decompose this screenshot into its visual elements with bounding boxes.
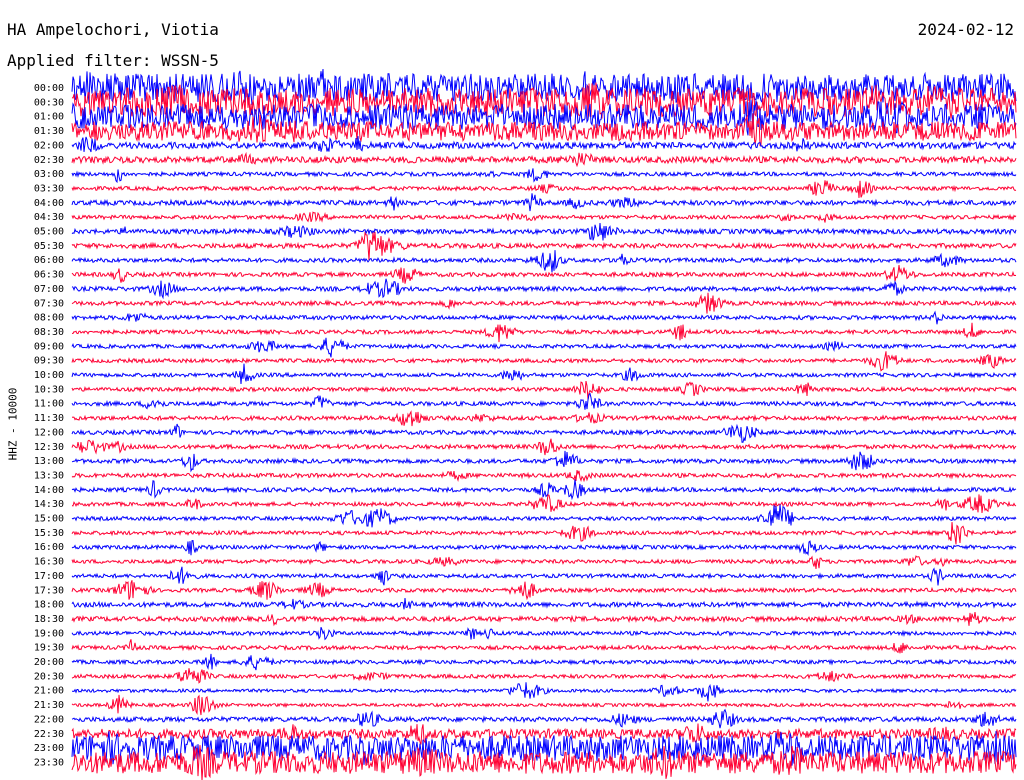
- row-time-label: 00:00: [34, 83, 64, 94]
- seismic-trace: [71, 540, 1017, 557]
- row-time-label: 01:00: [34, 112, 64, 123]
- seismic-trace: [72, 682, 1017, 702]
- row-time-label: 11:30: [34, 413, 64, 424]
- seismic-trace: [71, 694, 1017, 716]
- seismic-trace: [71, 136, 1017, 153]
- row-time-label: 20:00: [34, 657, 64, 668]
- seismic-trace: [71, 423, 1017, 443]
- seismic-trace: [71, 580, 1017, 601]
- row-time-label: 23:00: [34, 743, 64, 754]
- row-time-label: 17:00: [34, 571, 64, 582]
- seismic-trace: [71, 351, 1017, 372]
- seismic-trace: [71, 151, 1017, 168]
- seismic-trace: [71, 668, 1017, 684]
- seismic-trace: [71, 322, 1017, 343]
- row-time-label: 02:00: [34, 140, 64, 151]
- row-time-label: 01:30: [34, 126, 64, 137]
- row-time-label: 04:30: [34, 212, 64, 223]
- seismic-trace: [71, 250, 1017, 273]
- row-time-label: 14:30: [34, 499, 64, 510]
- row-time-label: 16:00: [34, 542, 64, 553]
- seismic-trace: [71, 494, 1017, 514]
- seismic-trace: [71, 450, 1017, 473]
- seismic-trace: [71, 337, 1017, 358]
- row-time-label: 18:30: [34, 614, 64, 625]
- seismic-trace: [71, 211, 1017, 223]
- seismic-trace: [71, 231, 1017, 261]
- row-time-label: 10:00: [34, 370, 64, 381]
- seismic-trace: [71, 566, 1017, 586]
- row-time-label: 09:30: [34, 356, 64, 367]
- seismic-trace: [71, 653, 1017, 671]
- seismic-trace: [71, 168, 1017, 184]
- row-time-label: 06:00: [34, 255, 64, 266]
- helicorder-plot: 00:00 00:30 01:00 01:30 02:00 02:30 03:00 03:30…: [34, 68, 1017, 780]
- seismic-trace: [71, 708, 1017, 729]
- row-time-label: 19:00: [34, 628, 64, 639]
- row-time-label: 03:30: [34, 183, 64, 194]
- seismic-trace: [71, 504, 1017, 528]
- seismic-trace: [71, 612, 1017, 627]
- seismic-trace: [71, 193, 1017, 212]
- row-time-label: 15:00: [34, 514, 64, 525]
- row-time-label: 15:30: [34, 528, 64, 539]
- row-time-label: 16:30: [34, 557, 64, 568]
- row-time-label: 13:00: [34, 456, 64, 467]
- seismic-trace: [71, 180, 1017, 198]
- row-time-label: 18:00: [34, 600, 64, 611]
- row-time-label: 08:00: [34, 313, 64, 324]
- row-time-label: 17:30: [34, 585, 64, 596]
- row-time-label: 14:00: [34, 485, 64, 496]
- seismic-trace: [71, 278, 1017, 300]
- row-time-label: 00:30: [34, 97, 64, 108]
- seismic-trace: [71, 639, 1017, 654]
- row-time-label: 07:00: [34, 284, 64, 295]
- row-time-label: 21:30: [34, 700, 64, 711]
- seismic-trace: [71, 627, 1017, 641]
- row-time-label: 02:30: [34, 155, 64, 166]
- seismic-trace: [71, 479, 1017, 501]
- seismic-trace: [71, 438, 1017, 456]
- row-time-label: 06:30: [34, 270, 64, 281]
- row-time-label: 22:30: [34, 729, 64, 740]
- seismic-trace: [71, 380, 1017, 400]
- row-time-label: 13:30: [34, 470, 64, 481]
- row-time-label: 08:30: [34, 327, 64, 338]
- row-time-label: 04:00: [34, 198, 64, 209]
- row-time-label: 23:30: [34, 757, 64, 768]
- row-time-label: 12:00: [34, 427, 64, 438]
- seismic-trace: [71, 555, 1017, 569]
- row-time-label: 22:00: [34, 714, 64, 725]
- seismic-trace: [71, 410, 1017, 427]
- seismic-trace: [71, 598, 1017, 610]
- row-time-label: 05:00: [34, 227, 64, 238]
- seismic-trace: [71, 470, 1017, 483]
- row-time-label: 19:30: [34, 643, 64, 654]
- seismic-trace: [71, 392, 1017, 410]
- row-time-label: 21:00: [34, 686, 64, 697]
- seismic-trace: [71, 292, 1017, 314]
- seismic-trace: [71, 222, 1017, 241]
- row-time-label: 12:30: [34, 442, 64, 453]
- row-time-label: 07:30: [34, 298, 64, 309]
- seismic-trace: [71, 310, 1017, 325]
- row-time-label: 10:30: [34, 384, 64, 395]
- seismic-trace: [71, 522, 1017, 545]
- seismic-trace: [71, 99, 1017, 136]
- row-time-label: 05:30: [34, 241, 64, 252]
- row-time-label: 20:30: [34, 671, 64, 682]
- row-time-label: 03:00: [34, 169, 64, 180]
- row-time-label: 09:00: [34, 341, 64, 352]
- row-time-label: 11:00: [34, 399, 64, 410]
